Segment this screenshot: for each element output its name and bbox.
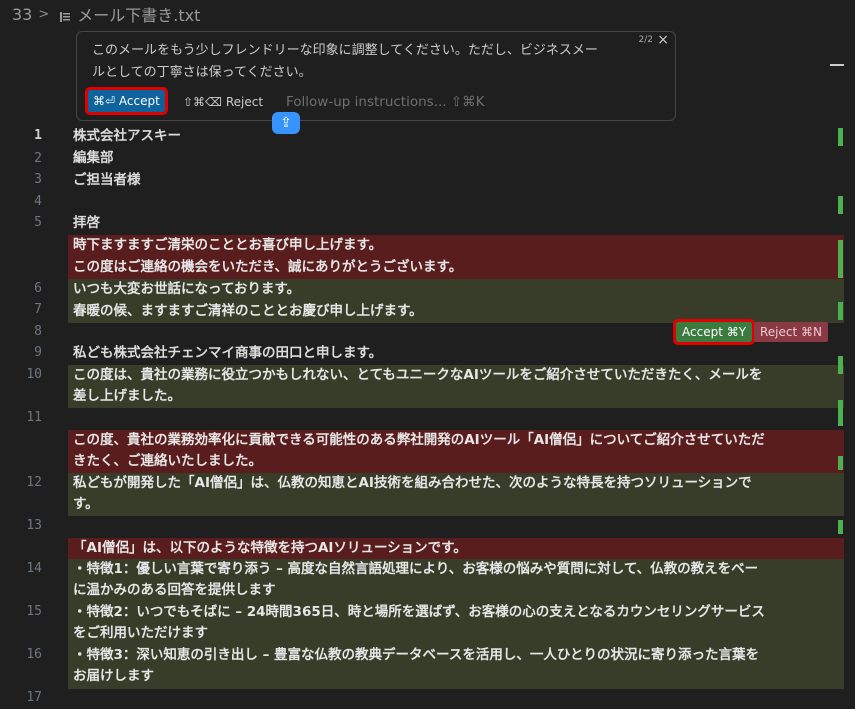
minimize-icon[interactable]	[830, 64, 844, 66]
chevron-right-icon: >	[38, 6, 50, 22]
line-number: 7	[34, 302, 42, 317]
added-text: いつも大変お世話になっております。	[73, 281, 301, 297]
added-block: いつも大変お世話になっております。 春暖の候、ますますご清祥のこととお慶び申し上…	[68, 279, 844, 323]
deleted-text: この度、貴社の業務効率化に貢献できる可能性のある弊社開発のAIツール「AI僧侶」…	[73, 432, 765, 448]
scrollbar-change-marker	[838, 196, 843, 214]
prompt-text-line: このメールをもう少しフレンドリーな印象に調整してください。ただし、ビジネスメー	[92, 43, 598, 58]
line-number: 16	[26, 647, 42, 662]
line-number: 5	[34, 215, 42, 230]
deleted-block: この度、貴社の業務効率化に貢献できる可能性のある弊社開発のAIツール「AI僧侶」…	[68, 430, 844, 473]
deleted-text: きたく、ご連絡いたしました。	[73, 453, 262, 469]
editor-line[interactable]: 編集部	[68, 148, 844, 170]
added-block: 私どもが開発した「AI僧侶」は、仏教の知恵とAI技術を組み合わせた、次のような特…	[68, 473, 844, 516]
added-block: ・特徴1：優しい言葉で寄り添う – 高度な自然言語処理により、お客様の悩みや質問…	[68, 559, 844, 689]
line-number: 10	[26, 367, 42, 382]
deleted-block: 「AI僧侶」は、以下のような特徴を持つAIソリューションです。	[68, 538, 844, 559]
prompt-counter: 2/2	[638, 35, 653, 45]
added-text: をご利用いただけます	[73, 625, 208, 641]
added-block: この度は、貴社の業務に役立つかもしれない、とてもユニークなAIツールをご紹介させ…	[68, 365, 844, 408]
deleted-text: 「AI僧侶」は、以下のような特徴を持つAIソリューションです。	[73, 540, 467, 556]
file-text-icon	[59, 8, 71, 22]
deleted-block: 時下ますますご清栄のこととお喜び申し上げます。 この度はご連絡の機会をいただき、…	[68, 235, 844, 279]
scrollbar-change-marker	[838, 128, 843, 146]
breadcrumb-line-number: 33	[12, 4, 33, 24]
breadcrumb: 33 > メール下書き.txt	[0, 0, 855, 28]
added-text: ・特徴1：優しい言葉で寄り添う – 高度な自然言語処理により、お客様の悩みや質問…	[73, 561, 759, 577]
line-text: 拝啓	[73, 215, 100, 231]
deleted-text: 時下ますますご清栄のこととお喜び申し上げます。	[73, 237, 383, 253]
added-text: ・特徴2：いつでもそばに – 24時間365日、時と場所を選ばず、お客様の心の支…	[73, 604, 765, 620]
line-number: 1	[34, 128, 42, 143]
editor-line[interactable]: ご担当者様	[68, 170, 844, 192]
line-text: ご担当者様	[73, 172, 141, 188]
scrollbar-change-marker	[838, 356, 843, 374]
line-number: 12	[26, 475, 42, 490]
line-number: 3	[34, 172, 42, 187]
editor-line[interactable]: 拝啓	[68, 213, 844, 235]
line-text: 私ども株式会社チェンマイ商事の田口と申します。	[73, 345, 383, 361]
breadcrumb-filename[interactable]: メール下書き.txt	[77, 2, 200, 26]
scrollbar-change-marker	[838, 520, 843, 534]
accept-all-button[interactable]: ⌘⏎ Accept	[85, 87, 168, 115]
added-text: 春暖の候、ますますご清祥のこととお慶び申し上げます。	[73, 303, 423, 319]
scrollbar-change-marker	[838, 456, 843, 470]
scrollbar-change-marker	[838, 302, 843, 320]
line-number: 6	[34, 281, 42, 296]
line-text: 株式会社アスキー	[73, 128, 181, 144]
line-number: 15	[26, 604, 42, 619]
scrollbar-change-marker	[838, 240, 843, 278]
added-text: 差し上げました。	[73, 388, 181, 404]
added-text: この度は、貴社の業務に役立つかもしれない、とてもユニークなAIツールをご紹介させ…	[73, 367, 763, 383]
line-number: 17	[26, 690, 42, 705]
line-number: 11	[26, 410, 42, 425]
added-text: お届けします	[73, 668, 154, 684]
followup-input[interactable]: Follow-up instructions... ⇧⌘K	[286, 90, 485, 114]
upload-icon[interactable]: ⇪	[272, 112, 300, 134]
line-number: 13	[26, 518, 42, 533]
line-number: 9	[34, 345, 42, 360]
ai-prompt-widget: このメールをもう少しフレンドリーな印象に調整してください。ただし、ビジネスメー …	[76, 31, 676, 121]
line-number: 8	[34, 324, 42, 339]
line-number: 2	[34, 151, 42, 166]
inline-reject-button[interactable]: Reject ⌘N	[754, 322, 828, 342]
added-text: 私どもが開発した「AI僧侶」は、仏教の知恵とAI技術を組み合わせた、次のような特…	[73, 475, 752, 491]
reject-all-button[interactable]: ⇧⌘⌫ Reject	[183, 90, 263, 114]
inline-accept-button[interactable]: Accept ⌘Y	[672, 319, 756, 345]
added-text: す。	[73, 496, 99, 512]
editor-line[interactable]: 私ども株式会社チェンマイ商事の田口と申します。	[68, 343, 844, 365]
editor-line[interactable]: 株式会社アスキー	[68, 126, 844, 148]
close-icon[interactable]: ×	[657, 32, 669, 48]
line-text: 編集部	[73, 150, 114, 166]
line-number: 14	[26, 561, 42, 576]
prompt-text-line: ルとしての丁寧さは保ってください。	[92, 65, 312, 80]
added-text: ・特徴3：深い知恵の引き出し – 豊富な仏教の教典データベースを活用し、一人ひと…	[73, 647, 759, 663]
prompt-text: このメールをもう少しフレンドリーな印象に調整してください。ただし、ビジネスメー …	[92, 40, 652, 84]
deleted-text: この度はご連絡の機会をいただき、誠にありがとうございます。	[73, 259, 463, 275]
added-text: に温かみのある回答を提供します	[73, 582, 276, 598]
line-number: 4	[34, 194, 42, 209]
scrollbar-change-marker	[838, 400, 843, 426]
